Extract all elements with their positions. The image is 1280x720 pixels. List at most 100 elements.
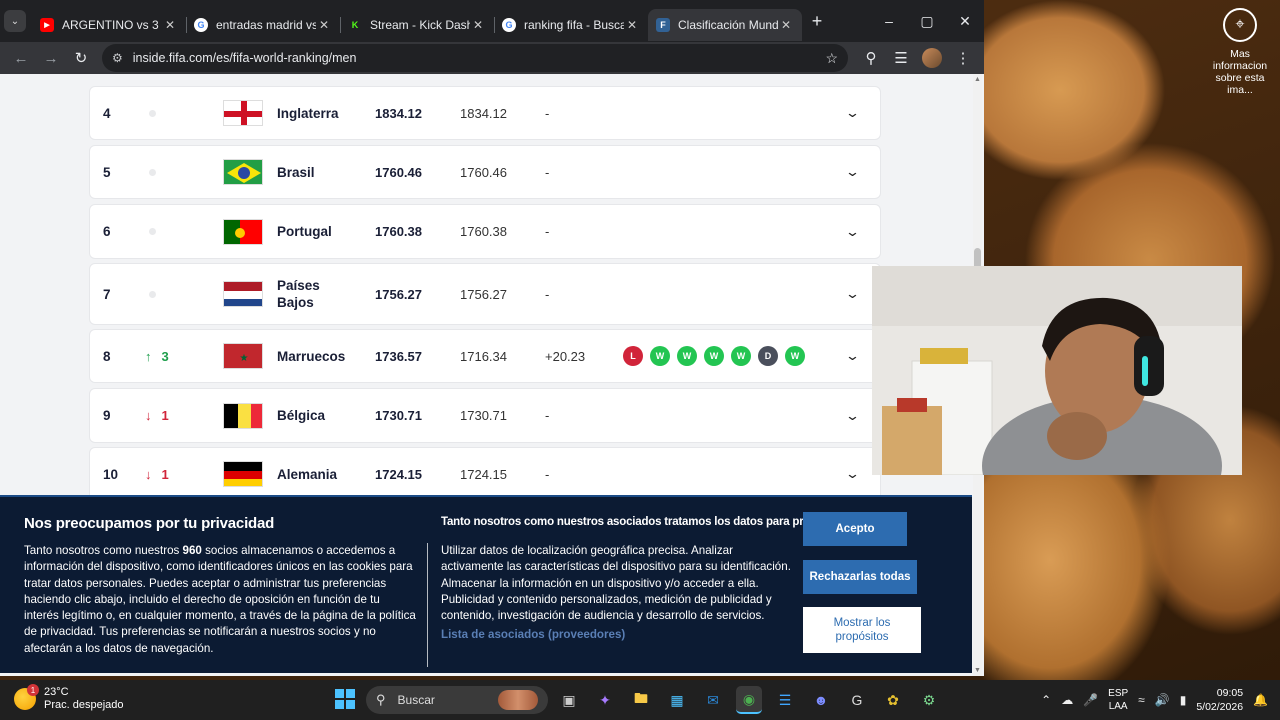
volume-icon[interactable]: 🔊	[1155, 693, 1170, 707]
windows-taskbar: 1 23°C Prac. despejado ⚲ Buscar ▣ ✦ 🖿 ▦ …	[0, 680, 1280, 720]
team-flag	[223, 281, 263, 307]
expand-chevron-icon[interactable]: ⌄	[845, 348, 860, 364]
team-name[interactable]: Inglaterra	[277, 105, 357, 122]
close-tab-icon[interactable]: ✕	[316, 18, 332, 32]
expand-chevron-icon[interactable]: ⌄	[845, 408, 860, 424]
previous-points: 1760.38	[460, 224, 507, 239]
expand-chevron-icon[interactable]: ⌄	[845, 224, 860, 240]
new-tab-button[interactable]: +	[802, 11, 832, 32]
battery-icon[interactable]: ▮	[1180, 693, 1187, 707]
expand-chevron-icon[interactable]: ⌄	[845, 105, 860, 121]
cookie-intro: Tanto nosotros como nuestros 960 socios …	[24, 543, 416, 657]
search-icon: ⚲	[376, 692, 386, 707]
cloud-icon[interactable]: ☁	[1061, 693, 1073, 707]
team-name[interactable]: Marruecos	[277, 348, 357, 365]
portugal-flag-icon	[224, 219, 262, 244]
desktop-spotlight-info[interactable]: ⌖ Mas informacion sobre esta ima...	[1204, 8, 1276, 96]
partners-count: 960	[182, 544, 202, 557]
bookmark-star-icon[interactable]: ☆	[825, 50, 838, 67]
arrow-up-icon: ↑	[145, 348, 152, 364]
expand-chevron-icon[interactable]: ⌄	[845, 466, 860, 482]
ranking-row[interactable]: 8 ↑ 3 ★ Marruecos 1736.57 1716.34 +20.23 L W W W W D W…	[89, 329, 881, 383]
browser-menu-icon[interactable]: ⋮	[948, 44, 978, 72]
cookie-intro-end: socios almacenamos o accedemos a informa…	[24, 544, 416, 655]
weather-widget[interactable]: 1 23°C Prac. despejado	[14, 684, 124, 712]
team-name[interactable]: Países Bajos	[277, 277, 357, 311]
show-purposes-button[interactable]: Mostrar los propósitos	[803, 607, 921, 653]
scroll-up-arrow[interactable]: ▲	[973, 76, 982, 83]
form-result: W	[785, 346, 805, 366]
browser-tab[interactable]: Granking fifa - Buscar c✕	[494, 9, 649, 41]
tabs: ▶ARGENTINO vs 3 ESP✕Gentradas madrid vs …	[32, 1, 802, 41]
scroll-down-arrow[interactable]: ▼	[973, 667, 982, 674]
reject-all-button[interactable]: Rechazarlas todas	[803, 560, 917, 594]
microphone-icon[interactable]: 🎤	[1083, 693, 1098, 707]
back-button[interactable]: ←	[6, 44, 36, 72]
app-gear-icon[interactable]: ⚙	[916, 686, 942, 714]
browser-tab[interactable]: Gentradas madrid vs se✕	[186, 9, 341, 41]
start-button[interactable]	[335, 689, 355, 709]
chrome-icon[interactable]: ◉	[736, 686, 762, 714]
maximize-button[interactable]: ▢	[908, 0, 946, 42]
browser-tab[interactable]: F Clasificación Mundial✕	[648, 9, 802, 41]
forward-button[interactable]: →	[36, 44, 66, 72]
kick-icon: K	[351, 20, 359, 30]
browser-tab[interactable]: K Stream - Kick Dashbo✕	[340, 9, 495, 41]
close-tab-icon[interactable]: ✕	[624, 18, 640, 32]
team-name[interactable]: Bélgica	[277, 407, 357, 424]
points-diff: -	[545, 164, 550, 180]
site-info-icon[interactable]: ⚙	[112, 51, 123, 65]
chevron-up-icon[interactable]: ⌃	[1041, 693, 1051, 707]
close-tab-icon[interactable]: ✕	[778, 18, 794, 32]
team-name[interactable]: Portugal	[277, 223, 357, 240]
expand-chevron-icon[interactable]: ⌄	[845, 286, 860, 302]
lang-top: ESP	[1108, 688, 1129, 699]
clock[interactable]: 09:05 5/02/2026	[1196, 686, 1243, 714]
profile-avatar[interactable]	[922, 48, 942, 68]
minimize-button[interactable]: –	[870, 0, 908, 42]
extensions-icon[interactable]: ⚲	[856, 44, 886, 72]
no-change-indicator	[149, 109, 156, 117]
cookie-divider	[427, 543, 428, 667]
accept-button[interactable]: Acepto	[803, 512, 907, 546]
form-result: W	[704, 346, 724, 366]
partners-list-link[interactable]: Lista de asociados (proveedores)	[441, 628, 625, 641]
chevron-down-icon: ⌄	[10, 15, 20, 27]
ranking-row[interactable]: 7 Países Bajos 1756.27 1756.27 - ⌄	[89, 263, 881, 325]
microsoft-store-icon[interactable]: ▦	[664, 686, 690, 714]
language-indicator[interactable]: ESP LAA	[1108, 687, 1128, 713]
app-g-icon[interactable]: G	[844, 686, 870, 714]
arrow-down-icon: ↓	[145, 466, 152, 482]
expand-chevron-icon[interactable]: ⌄	[845, 164, 860, 180]
ranking-row[interactable]: 9 ↓ 1 Bélgica 1730.71 1730.71- ⌄	[89, 388, 881, 443]
ranking-row[interactable]: 4 Inglaterra 1834.12 1834.12 - ⌄	[89, 86, 881, 140]
tab-search-button[interactable]: ⌄	[4, 10, 26, 32]
close-tab-icon[interactable]: ✕	[470, 18, 486, 32]
taskbar-search[interactable]: ⚲ Buscar	[366, 686, 548, 714]
notepad-icon[interactable]: ☰	[772, 686, 798, 714]
outlook-icon[interactable]: ✉	[700, 686, 726, 714]
close-window-button[interactable]: ✕	[946, 0, 984, 42]
team-name[interactable]: Alemania	[277, 466, 357, 483]
wifi-icon[interactable]: ≈	[1138, 693, 1145, 707]
address-bar[interactable]: ⚙ inside.fifa.com/es/fifa-world-ranking/…	[102, 44, 848, 72]
copilot-icon[interactable]: ✦	[592, 686, 618, 714]
ranking-row[interactable]: 5 Brasil 1760.46 1760.46 - ⌄	[89, 145, 881, 199]
team-flag	[223, 461, 263, 487]
tab-bar: ⌄ ▶ARGENTINO vs 3 ESP✕Gentradas madrid v…	[0, 0, 984, 42]
discord-icon[interactable]: ☻	[808, 686, 834, 714]
browser-tab[interactable]: ▶ ARGENTINO vs 3 ESP✕	[32, 9, 187, 41]
team-flag	[223, 402, 263, 429]
ranking-row[interactable]: 6 Portugal 1760.38 1760.38 - ⌄	[89, 204, 881, 259]
ranking-row[interactable]: 10 ↓ 1 Alemania 1724.15 1724.15- ⌄	[89, 447, 881, 501]
close-tab-icon[interactable]: ✕	[162, 18, 178, 32]
taskbar-apps: ▣ ✦ 🖿 ▦ ✉ ◉ ☰ ☻ G ✿ ⚙	[556, 686, 942, 714]
media-controls-icon[interactable]: ☰	[886, 44, 916, 72]
notification-bell-icon[interactable]: 🔔	[1253, 693, 1268, 707]
app-leaf-icon[interactable]: ✿	[880, 686, 906, 714]
reload-button[interactable]: ↻	[66, 44, 96, 72]
task-view-icon[interactable]: ▣	[556, 686, 582, 714]
file-explorer-icon[interactable]: 🖿	[628, 686, 654, 714]
movement-value: 1	[161, 408, 169, 423]
team-name[interactable]: Brasil	[277, 164, 357, 181]
